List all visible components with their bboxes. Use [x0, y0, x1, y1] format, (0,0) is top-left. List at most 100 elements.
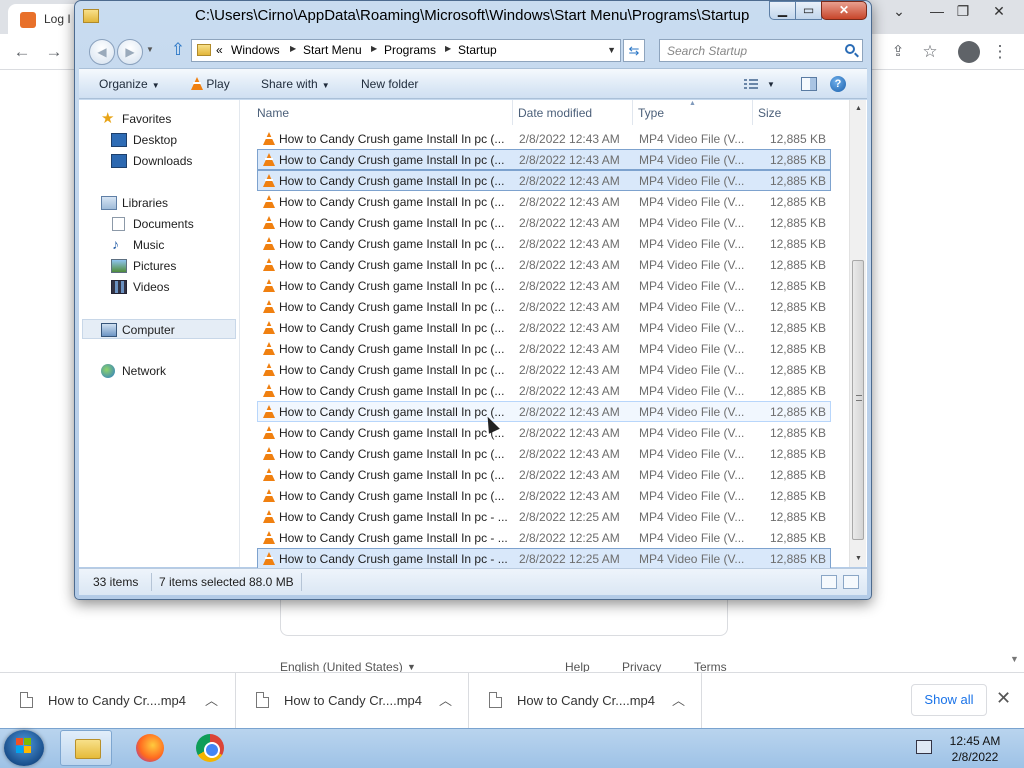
table-row[interactable]: How to Candy Crush game Install In pc (.… — [257, 233, 831, 254]
table-row[interactable]: How to Candy Crush game Install In pc (.… — [257, 212, 831, 233]
back-arrow-icon[interactable]: ← — [10, 40, 34, 64]
refresh-icon[interactable]: ⇆ — [623, 39, 645, 62]
column-divider[interactable] — [632, 100, 633, 125]
column-date-modified[interactable]: Date modified — [518, 106, 592, 120]
table-row[interactable]: How to Candy Crush game Install In pc (.… — [257, 296, 831, 317]
table-row[interactable]: How to Candy Crush game Install In pc (.… — [257, 485, 831, 506]
nav-libraries[interactable]: Libraries — [79, 193, 237, 213]
table-row[interactable]: How to Candy Crush game Install In pc (.… — [257, 443, 831, 464]
close-button[interactable]: ✕ — [821, 1, 867, 20]
forward-button[interactable]: ▶ — [117, 39, 143, 65]
nav-pictures[interactable]: Pictures — [79, 256, 237, 276]
forward-arrow-icon[interactable]: → — [42, 40, 66, 64]
taskbar-clock[interactable]: 12:45 AM 2/8/2022 — [940, 733, 1010, 765]
help-icon[interactable]: ? — [830, 76, 846, 92]
file-icon — [20, 692, 33, 708]
share-with-button[interactable]: Share with ▼ — [261, 77, 330, 91]
nav-documents[interactable]: Documents — [79, 214, 237, 234]
close-downloads-bar-icon[interactable]: ✕ — [996, 688, 1011, 709]
taskbar-chrome-button[interactable] — [184, 730, 236, 766]
nav-music[interactable]: ♪ Music — [79, 235, 237, 255]
nav-favorites[interactable]: ★ Favorites — [79, 109, 237, 129]
breadcrumb-startup[interactable]: Startup — [458, 43, 497, 57]
table-row[interactable]: How to Candy Crush game Install In pc - … — [257, 506, 831, 527]
column-size[interactable]: Size — [758, 106, 781, 120]
details-view-icon[interactable] — [821, 575, 837, 589]
large-icons-view-icon[interactable] — [843, 575, 859, 589]
chevron-up-icon[interactable]: ︿ — [439, 690, 452, 709]
scroll-down-icon[interactable]: ▼ — [850, 550, 867, 567]
play-button[interactable]: Play — [191, 77, 230, 91]
breadcrumb-windows[interactable]: Windows — [231, 43, 280, 57]
table-row[interactable]: How to Candy Crush game Install In pc (.… — [257, 191, 831, 212]
download-item[interactable]: How to Candy Cr....mp4 ︿ — [0, 673, 236, 729]
breadcrumb-separator-icon[interactable]: ▶ — [445, 44, 451, 53]
language-dropdown-icon[interactable]: ▼ — [407, 662, 416, 672]
taskbar-firefox-button[interactable] — [124, 730, 176, 766]
bookmark-star-icon[interactable]: ☆ — [918, 40, 942, 64]
table-row[interactable]: How to Candy Crush game Install In pc (.… — [257, 254, 831, 275]
table-row[interactable]: How to Candy Crush game Install In pc (.… — [257, 464, 831, 485]
table-row[interactable]: How to Candy Crush game Install In pc (.… — [257, 275, 831, 296]
table-row[interactable]: How to Candy Crush game Install In pc (.… — [257, 128, 831, 149]
minimize-button[interactable]: ▁ — [769, 1, 796, 20]
nav-downloads[interactable]: Downloads — [79, 151, 237, 171]
vertical-scrollbar[interactable]: ▲ ▼ — [849, 100, 866, 567]
table-row[interactable]: How to Candy Crush game Install In pc (.… — [257, 401, 831, 422]
breadcrumb-separator-icon[interactable]: ▶ — [290, 44, 296, 53]
download-item[interactable]: How to Candy Cr....mp4 ︿ — [236, 673, 469, 729]
address-dropdown-icon[interactable]: ▼ — [607, 45, 616, 55]
breadcrumb-overflow[interactable]: « — [216, 43, 223, 57]
table-row[interactable]: How to Candy Crush game Install In pc (.… — [257, 422, 831, 443]
browser-menu-icon[interactable]: ⋮ — [988, 40, 1012, 64]
view-options-icon[interactable] — [743, 77, 759, 91]
breadcrumb-separator-icon[interactable]: ▶ — [371, 44, 377, 53]
table-row[interactable]: How to Candy Crush game Install In pc - … — [257, 527, 831, 548]
page-scroll-down-icon[interactable]: ▼ — [1010, 654, 1019, 664]
file-list-pane: Name Date modified Type ▲ Size How to Ca… — [243, 100, 867, 569]
up-folder-icon[interactable]: ⇧ — [167, 39, 189, 61]
view-dropdown-icon[interactable]: ▼ — [767, 80, 775, 89]
start-button[interactable] — [4, 730, 44, 766]
download-item[interactable]: How to Candy Cr....mp4 ︿ — [469, 673, 702, 729]
scroll-up-icon[interactable]: ▲ — [850, 100, 867, 117]
chevron-up-icon[interactable]: ︿ — [205, 690, 218, 709]
column-name[interactable]: Name — [257, 106, 289, 120]
table-row[interactable]: How to Candy Crush game Install In pc (.… — [257, 149, 831, 170]
breadcrumb-start-menu[interactable]: Start Menu — [303, 43, 362, 57]
nav-desktop[interactable]: Desktop — [79, 130, 237, 150]
breadcrumb-programs[interactable]: Programs — [384, 43, 436, 57]
show-all-downloads-button[interactable]: Show all — [911, 684, 987, 716]
table-row[interactable]: How to Candy Crush game Install In pc (.… — [257, 338, 831, 359]
table-row[interactable]: How to Candy Crush game Install In pc (.… — [257, 317, 831, 338]
chevron-down-icon: ▼ — [151, 81, 160, 90]
taskbar-explorer-button[interactable] — [60, 730, 112, 766]
column-divider[interactable] — [512, 100, 513, 125]
table-row[interactable]: How to Candy Crush game Install In pc (.… — [257, 170, 831, 191]
column-type[interactable]: Type — [638, 106, 664, 120]
recent-pages-dropdown-icon[interactable]: ▼ — [146, 45, 154, 54]
preview-pane-icon[interactable] — [801, 77, 817, 91]
table-row[interactable]: How to Candy Crush game Install In pc (.… — [257, 359, 831, 380]
table-row[interactable]: How to Candy Crush game Install In pc (.… — [257, 380, 831, 401]
column-divider[interactable] — [752, 100, 753, 125]
new-folder-button[interactable]: New folder — [361, 77, 418, 91]
browser-maximize-button[interactable]: ❐ — [946, 0, 980, 22]
table-row[interactable]: How to Candy Crush game Install In pc - … — [257, 548, 831, 569]
network-tray-icon[interactable] — [916, 740, 932, 754]
browser-close-button[interactable]: ✕ — [982, 0, 1016, 22]
firefox-icon — [136, 734, 164, 762]
nav-network[interactable]: Network — [79, 361, 237, 381]
nav-videos[interactable]: Videos — [79, 277, 237, 297]
search-input[interactable]: Search Startup — [659, 39, 863, 62]
maximize-button[interactable]: ▭ — [795, 1, 822, 20]
scrollbar-thumb[interactable] — [852, 260, 864, 540]
tab-search-chevron-icon[interactable]: ⌄ — [882, 0, 916, 22]
address-bar[interactable]: « Windows ▶ Start Menu ▶ Programs ▶ Star… — [191, 39, 621, 62]
share-icon[interactable]: ⇪ — [886, 40, 910, 64]
profile-avatar[interactable] — [958, 41, 980, 63]
back-button[interactable]: ◀ — [89, 39, 115, 65]
organize-button[interactable]: Organize ▼ — [99, 77, 160, 91]
nav-computer[interactable]: Computer — [82, 319, 236, 339]
chevron-up-icon[interactable]: ︿ — [672, 690, 685, 709]
